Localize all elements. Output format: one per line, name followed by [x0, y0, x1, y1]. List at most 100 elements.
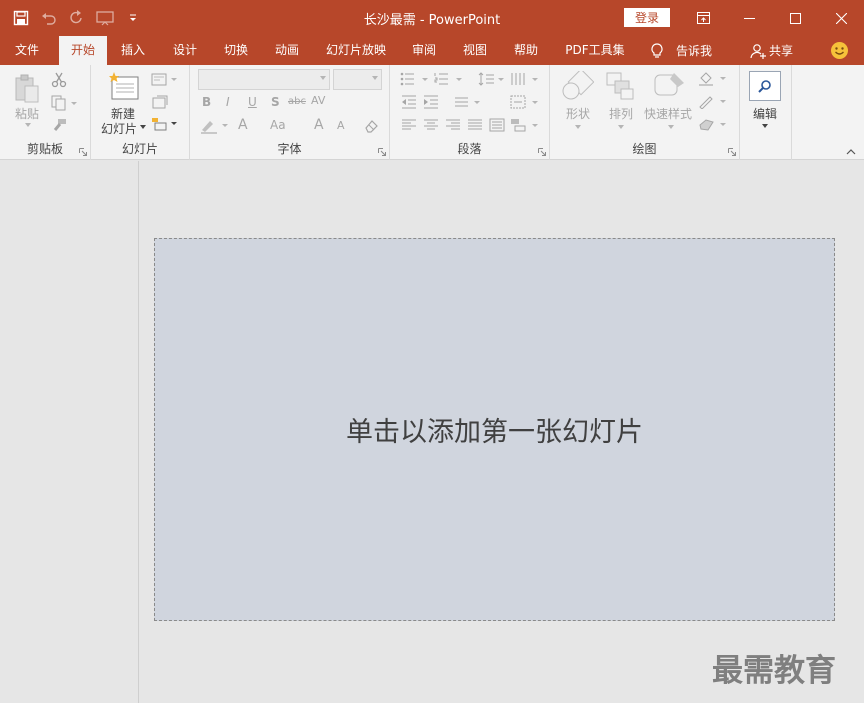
tab-review[interactable]: 审阅 — [402, 36, 446, 65]
add-first-slide-placeholder[interactable]: 单击以添加第一张幻灯片 — [154, 238, 835, 621]
chevron-down-icon[interactable] — [575, 125, 581, 129]
customize-qat-button[interactable] — [122, 7, 144, 29]
close-button[interactable] — [818, 0, 864, 36]
dialog-launcher-icon[interactable] — [79, 148, 87, 156]
undo-button[interactable] — [38, 7, 60, 29]
save-button[interactable] — [10, 7, 32, 29]
layout-button[interactable] — [151, 72, 179, 88]
smartart-icon — [511, 119, 538, 132]
section-button[interactable] — [151, 116, 179, 132]
dialog-launcher-icon[interactable] — [538, 148, 546, 156]
minimize-button[interactable] — [726, 0, 772, 36]
align-right-icon — [446, 119, 460, 130]
shape-fill-button[interactable] — [698, 71, 728, 87]
distributed-button[interactable] — [488, 117, 506, 133]
cut-button[interactable] — [50, 71, 68, 89]
placeholder-text: 单击以添加第一张幻灯片 — [346, 417, 643, 448]
redo-button[interactable] — [66, 7, 88, 29]
strikethrough-button[interactable]: abc — [288, 96, 306, 107]
copy-icon — [51, 95, 77, 111]
title-bar: 长沙最需 - PowerPoint 登录 — [0, 0, 864, 36]
ribbon: 粘贴 剪贴板 新建 幻灯片 幻灯片 B I U S abc AV A Aa A … — [0, 65, 864, 160]
arrange-label: 排列 — [608, 107, 633, 121]
align-right-button[interactable] — [444, 117, 462, 133]
chevron-down-icon[interactable] — [762, 124, 768, 128]
tab-file[interactable]: 文件 — [2, 36, 52, 65]
tab-insert[interactable]: 插入 — [111, 36, 155, 65]
editing-label[interactable]: 编辑 — [749, 105, 781, 122]
shapes-button[interactable] — [562, 71, 594, 101]
tab-transitions[interactable]: 切换 — [214, 36, 258, 65]
smartart-button[interactable] — [510, 117, 540, 133]
tell-me-search[interactable]: 告诉我 — [650, 36, 712, 65]
reset-button[interactable] — [151, 94, 169, 110]
character-spacing-button[interactable]: AV — [311, 94, 325, 107]
dialog-launcher-icon[interactable] — [378, 148, 386, 156]
chevron-down-icon[interactable] — [618, 125, 624, 129]
shape-outline-button[interactable] — [698, 94, 728, 110]
tab-home[interactable]: 开始 — [59, 36, 107, 65]
chevron-down-icon[interactable] — [140, 125, 146, 129]
text-direction-button[interactable] — [454, 94, 482, 110]
increase-indent-button[interactable] — [422, 94, 440, 110]
numbering-button[interactable] — [434, 71, 464, 87]
collapse-ribbon-icon[interactable] — [846, 149, 856, 155]
maximize-button[interactable] — [772, 0, 818, 36]
font-size-combobox[interactable] — [333, 69, 382, 90]
smiley-icon[interactable] — [830, 41, 849, 60]
arrange-button[interactable] — [605, 71, 635, 101]
shrink-font-button[interactable]: A — [337, 119, 345, 132]
quick-styles-button[interactable] — [652, 71, 686, 101]
copy-button[interactable] — [50, 94, 80, 112]
find-button[interactable] — [749, 71, 781, 101]
bullets-button[interactable] — [400, 71, 430, 87]
bold-button[interactable]: B — [202, 95, 211, 109]
align-left-button[interactable] — [400, 117, 418, 133]
align-center-button[interactable] — [422, 117, 440, 133]
justify-button[interactable] — [466, 117, 484, 133]
paste-dropdown[interactable] — [24, 122, 32, 128]
tab-animations[interactable]: 动画 — [265, 36, 309, 65]
tab-pdf-tools[interactable]: PDF工具集 — [558, 36, 632, 65]
login-button[interactable]: 登录 — [624, 8, 670, 27]
clear-formatting-button[interactable] — [362, 117, 380, 135]
tab-slideshow[interactable]: 幻灯片放映 — [318, 36, 394, 65]
pen-icon — [699, 96, 726, 109]
share-button[interactable]: 共享 — [750, 36, 793, 65]
font-group: B I U S abc AV A Aa A A 字体 — [190, 65, 390, 160]
paste-button[interactable] — [12, 73, 42, 105]
bullets-icon — [400, 72, 428, 86]
new-slide-button[interactable] — [108, 72, 140, 102]
tab-help[interactable]: 帮助 — [504, 36, 548, 65]
shapes-icon — [562, 71, 594, 100]
grow-font-button[interactable]: A — [314, 117, 324, 133]
font-name-combobox[interactable] — [198, 69, 330, 90]
dialog-launcher-icon[interactable] — [728, 148, 736, 156]
shape-effects-button[interactable] — [698, 117, 728, 133]
align-text-button[interactable] — [510, 94, 540, 110]
text-highlight-button[interactable] — [200, 117, 230, 135]
paintbrush-icon — [53, 119, 66, 131]
ribbon-display-options-button[interactable] — [680, 0, 726, 36]
font-color-button[interactable]: A — [238, 117, 248, 133]
line-spacing-button[interactable] — [478, 71, 506, 87]
window-controls — [680, 0, 864, 36]
format-painter-button[interactable] — [50, 117, 68, 135]
save-icon — [13, 10, 29, 26]
slide-thumbnail-pane[interactable] — [0, 161, 139, 703]
change-case-button[interactable]: Aa — [270, 118, 286, 132]
columns-button[interactable] — [510, 71, 540, 87]
underline-button[interactable]: U — [248, 95, 257, 109]
decrease-indent-button[interactable] — [400, 94, 418, 110]
paste-icon — [15, 74, 39, 103]
chevron-down-icon[interactable] — [668, 125, 674, 129]
eraser-icon — [365, 120, 378, 133]
tab-design[interactable]: 设计 — [163, 36, 207, 65]
lightbulb-icon — [651, 42, 663, 58]
text-shadow-button[interactable]: S — [271, 95, 280, 109]
tab-view[interactable]: 视图 — [453, 36, 497, 65]
italic-button[interactable]: I — [226, 95, 230, 109]
new-slide-icon — [109, 72, 139, 100]
start-slideshow-button[interactable] — [94, 7, 116, 29]
close-icon — [835, 12, 847, 24]
